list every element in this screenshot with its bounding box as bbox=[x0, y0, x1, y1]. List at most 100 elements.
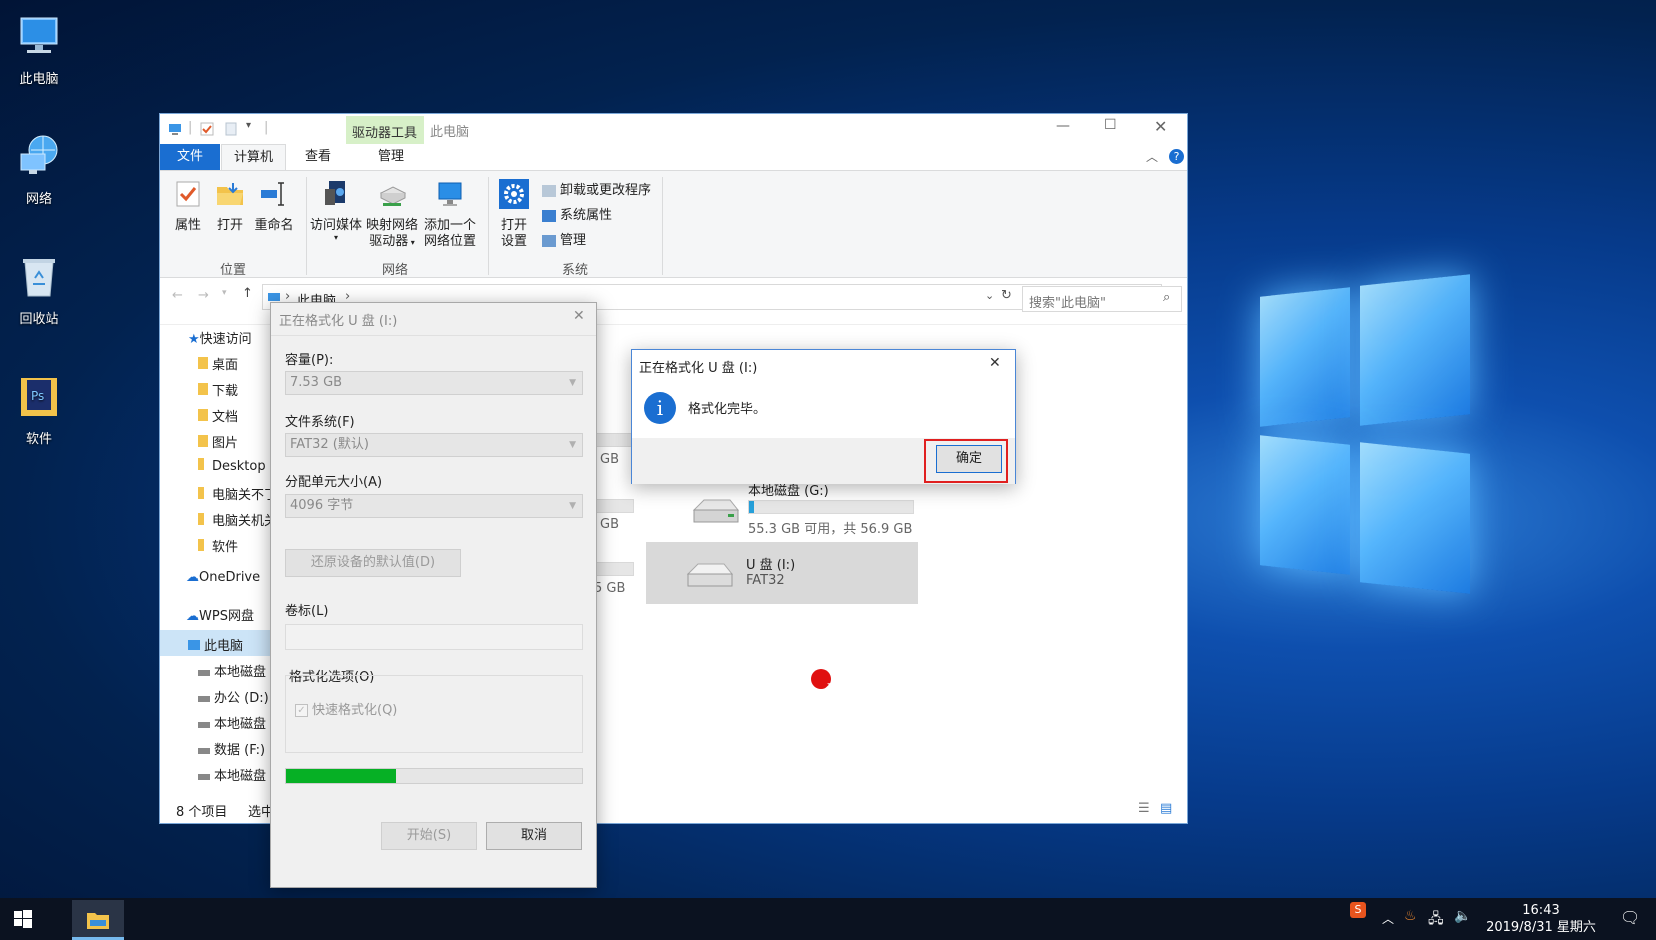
desktop-icon-label: 软件 bbox=[25, 432, 52, 447]
open-button[interactable]: 打开 bbox=[210, 179, 250, 234]
minimize-button[interactable]: — bbox=[1056, 118, 1070, 134]
nav-drive[interactable]: 本地磁盘 bbox=[198, 713, 266, 732]
nav-wps-cloud[interactable]: ☁WPS网盘 bbox=[186, 605, 254, 624]
nav-drive[interactable]: 本地磁盘 bbox=[198, 661, 266, 680]
search-box[interactable] bbox=[1182, 284, 1286, 310]
restore-defaults-button[interactable]: 还原设备的默认值(D) bbox=[285, 549, 461, 577]
nav-item-folder[interactable]: 电脑关机关 bbox=[198, 510, 277, 529]
collapse-ribbon-icon[interactable]: ︿ bbox=[1146, 148, 1158, 165]
desktop-icon-recycle-bin[interactable]: 回收站 bbox=[6, 252, 72, 327]
rename-button[interactable]: 重命名 bbox=[252, 179, 296, 234]
capacity-select[interactable]: 7.53 GB ▼ bbox=[285, 371, 583, 395]
message-box-close-button[interactable]: ✕ bbox=[989, 355, 1001, 371]
close-button[interactable]: ✕ bbox=[1154, 117, 1167, 136]
system-properties-button[interactable]: 系统属性 bbox=[542, 204, 612, 223]
taskbar-file-explorer-button[interactable] bbox=[72, 900, 124, 940]
manage-button[interactable]: 管理 bbox=[542, 229, 586, 248]
volume-label-input[interactable] bbox=[285, 624, 583, 650]
mouse-pointer-icon: ➚ bbox=[823, 679, 834, 693]
access-media-label: 访问媒体 bbox=[310, 218, 363, 233]
tiles-view-icon[interactable]: ▤ bbox=[1160, 801, 1172, 816]
nav-label: 软件 bbox=[212, 540, 239, 555]
tab-file[interactable]: 文件 bbox=[160, 144, 220, 170]
cloud-icon: ☁ bbox=[186, 570, 199, 585]
qat-dropdown-icon[interactable]: ▾ bbox=[246, 120, 251, 131]
address-dropdown-icon[interactable]: ⌄ bbox=[985, 289, 994, 302]
nav-item-software[interactable]: 软件 bbox=[198, 536, 238, 555]
drive-tile-usb-selected[interactable]: U 盘 (I:) FAT32 bbox=[646, 542, 918, 604]
sogou-input-icon[interactable]: S bbox=[1350, 902, 1366, 918]
map-drive-label-line1: 映射网络 bbox=[366, 218, 419, 233]
nav-item-documents[interactable]: 文档 bbox=[198, 406, 238, 425]
drive-name: U 盘 (I:) bbox=[746, 558, 796, 573]
quick-format-checkbox[interactable]: ✓ 快速格式化(Q) bbox=[295, 699, 397, 718]
allocation-size-select[interactable]: 4096 字节 ▼ bbox=[285, 494, 583, 518]
volume-icon[interactable]: 🔈 bbox=[1454, 908, 1471, 924]
nav-drive[interactable]: 办公 (D:) bbox=[198, 687, 269, 706]
back-arrow-icon[interactable]: ← bbox=[172, 288, 183, 303]
format-dialog-close-button[interactable]: ✕ bbox=[573, 308, 585, 324]
open-settings-button[interactable]: 打开 设置 bbox=[494, 179, 534, 250]
search-field[interactable]: 搜索"此电脑" ⌕ bbox=[1022, 286, 1182, 312]
new-folder-icon[interactable] bbox=[224, 122, 238, 136]
folder-icon bbox=[198, 513, 204, 525]
nav-drive[interactable]: 本地磁盘 bbox=[198, 765, 266, 784]
capacity-value: 7.53 GB bbox=[290, 375, 343, 390]
help-icon[interactable]: ? bbox=[1169, 149, 1184, 164]
show-hidden-icons-chevron-icon[interactable]: ︿ bbox=[1382, 910, 1394, 927]
ribbon-tabs: 文件 计算机 查看 管理 ︿ ? bbox=[160, 144, 1187, 170]
action-center-icon[interactable]: 🗨 bbox=[1620, 908, 1640, 927]
clock[interactable]: 16:43 2019/8/31 星期六 bbox=[1486, 902, 1596, 936]
forward-arrow-icon[interactable]: → bbox=[198, 288, 209, 303]
maximize-button[interactable]: ☐ bbox=[1104, 117, 1117, 133]
refresh-icon[interactable]: ↻ bbox=[1001, 288, 1012, 303]
drive-tile-g[interactable]: 本地磁盘 (G:) 55.3 GB 可用，共 56.9 GB bbox=[682, 480, 952, 540]
clock-time: 16:43 bbox=[1522, 903, 1560, 918]
desktop-icon-this-pc[interactable]: 此电脑 bbox=[6, 12, 72, 87]
filesystem-select[interactable]: FAT32 (默认) ▼ bbox=[285, 433, 583, 457]
nav-this-pc[interactable]: 此电脑 bbox=[188, 635, 243, 654]
filesystem-label: 文件系统(F) bbox=[285, 415, 355, 430]
desktop-icon-software-folder[interactable]: Ps 软件 bbox=[6, 372, 72, 447]
tab-view[interactable]: 查看 bbox=[293, 144, 343, 170]
properties-check-icon[interactable] bbox=[200, 122, 214, 136]
cancel-button[interactable]: 取消 bbox=[486, 822, 582, 850]
nav-item-pictures[interactable]: 图片 bbox=[198, 432, 238, 451]
format-dialog-title: 正在格式化 U 盘 (I:) bbox=[279, 314, 398, 329]
up-arrow-icon[interactable]: ↑ bbox=[242, 286, 253, 301]
tab-manage[interactable]: 管理 bbox=[356, 144, 426, 170]
download-folder-icon bbox=[198, 383, 208, 395]
start-windows-icon[interactable] bbox=[14, 910, 32, 928]
ok-button[interactable]: 确定 bbox=[936, 445, 1002, 473]
group-label-system: 系统 bbox=[562, 263, 589, 278]
drive-free-space: 55.3 GB 可用，共 56.9 GB bbox=[748, 522, 913, 537]
properties-icon bbox=[176, 181, 200, 207]
add-network-location-button[interactable]: 添加一个 网络位置 bbox=[422, 179, 478, 250]
desktop-icon-label: 回收站 bbox=[19, 312, 59, 327]
recent-dropdown-icon[interactable]: ▾ bbox=[222, 288, 227, 298]
nav-drive[interactable]: 数据 (F:) bbox=[198, 739, 265, 758]
desktop-icon-network[interactable]: 网络 bbox=[6, 132, 72, 207]
nav-onedrive[interactable]: ☁OneDrive bbox=[186, 570, 260, 585]
tray-app-icon[interactable]: ♨ bbox=[1404, 908, 1417, 924]
desktop-icon-label: 此电脑 bbox=[19, 72, 59, 87]
nav-label: 数据 (F:) bbox=[214, 743, 266, 758]
uninstall-button[interactable]: 卸载或更改程序 bbox=[542, 179, 651, 198]
map-network-drive-button[interactable]: 映射网络 驱动器 ▾ bbox=[366, 179, 418, 251]
access-media-button[interactable]: 访问媒体 ▾ bbox=[310, 179, 362, 242]
allocation-size-value: 4096 字节 bbox=[290, 498, 354, 513]
details-view-icon[interactable]: ☰ bbox=[1138, 801, 1150, 816]
tab-computer[interactable]: 计算机 bbox=[221, 144, 287, 170]
search-icon: ⌕ bbox=[1163, 290, 1171, 305]
properties-button[interactable]: 属性 bbox=[168, 179, 208, 234]
nav-item-desktop[interactable]: 桌面 bbox=[198, 354, 238, 373]
nav-item-folder[interactable]: 电脑关不了 bbox=[198, 484, 277, 503]
network-icon[interactable]: 🖧 bbox=[1428, 908, 1444, 932]
nav-quick-access[interactable]: ★快速访问 bbox=[188, 328, 252, 347]
add-location-label-line1: 添加一个 bbox=[423, 218, 476, 233]
nav-item-downloads[interactable]: 下载 bbox=[198, 380, 238, 399]
chevron-down-icon: ▼ bbox=[569, 501, 576, 511]
start-button[interactable]: 开始(S) bbox=[381, 822, 477, 850]
hard-drive-icon bbox=[692, 499, 740, 523]
nav-item-desktop-folder[interactable]: Desktop bbox=[198, 458, 266, 474]
